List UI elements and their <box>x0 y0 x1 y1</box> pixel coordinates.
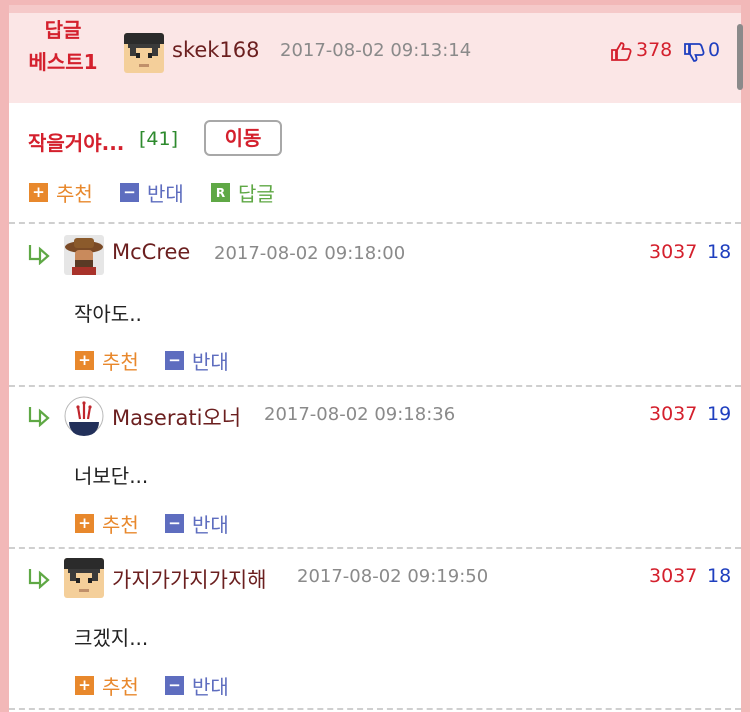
recommend-label: 추천 <box>102 513 139 537</box>
recommend-button[interactable]: + 추천 <box>29 178 93 207</box>
recommend-label: 추천 <box>102 350 139 374</box>
minus-icon: − <box>165 351 184 370</box>
scrollbar[interactable] <box>737 24 743 90</box>
comment-username[interactable]: McCree <box>112 240 190 264</box>
oppose-label: 반대 <box>192 675 229 699</box>
avatar[interactable] <box>64 558 104 598</box>
divider <box>9 547 741 549</box>
best-reply-username[interactable]: skek168 <box>172 38 260 62</box>
oppose-button[interactable]: − 반대 <box>165 671 229 700</box>
comment-timestamp: 2017-08-02 09:18:00 <box>214 243 406 264</box>
reply-arrow-icon <box>28 407 50 427</box>
minus-icon: − <box>165 676 184 695</box>
plus-icon: + <box>75 676 94 695</box>
recommend-button[interactable]: + 추천 <box>75 671 139 700</box>
comment-score-secondary: 18 <box>707 565 732 587</box>
upvote-count: 378 <box>636 39 673 61</box>
comment-username[interactable]: 가지가가지가지해 <box>112 564 267 594</box>
maserati-logo-avatar-icon <box>64 396 104 436</box>
reply-label: 답글 <box>238 182 275 206</box>
comment-count: [41] <box>139 128 179 150</box>
recommend-button[interactable]: + 추천 <box>75 346 139 375</box>
reply-r-icon: R <box>211 183 230 202</box>
plus-icon: + <box>29 183 48 202</box>
top-border <box>9 5 741 13</box>
thumbs-up-icon[interactable] <box>610 40 632 66</box>
comment-timestamp: 2017-08-02 09:18:36 <box>264 404 456 425</box>
oppose-label: 반대 <box>192 513 229 537</box>
comment-score-secondary: 18 <box>707 241 732 263</box>
oppose-button[interactable]: − 반대 <box>165 346 229 375</box>
best-reply-label-line2: 베스트1 <box>28 50 98 74</box>
reply-arrow-icon <box>28 245 50 265</box>
comment-score-secondary: 19 <box>707 403 732 425</box>
move-button[interactable]: 이동 <box>204 120 282 156</box>
comment-text: 너보단... <box>74 464 149 488</box>
divider <box>9 222 741 224</box>
reply-button[interactable]: R 답글 <box>211 178 275 207</box>
downvote-count: 0 <box>708 39 721 61</box>
comment-score: 3037 <box>649 241 698 263</box>
best-reply-label: 답글 베스트1 <box>18 14 108 78</box>
pixel-face-avatar-icon <box>124 33 164 73</box>
recommend-label: 추천 <box>102 675 139 699</box>
comment-text: 크겠지... <box>74 626 149 650</box>
comment-username[interactable]: Maserati오너 <box>112 402 241 432</box>
divider <box>9 708 741 710</box>
thumbs-down-icon[interactable] <box>683 42 705 68</box>
pixel-face-avatar-icon <box>64 558 104 598</box>
avatar[interactable] <box>64 396 104 436</box>
comment-text: 작아도.. <box>74 302 142 326</box>
comment-score: 3037 <box>649 565 698 587</box>
mccree-avatar-icon <box>64 235 104 275</box>
comment-score: 3037 <box>649 403 698 425</box>
divider <box>9 385 741 387</box>
plus-icon: + <box>75 514 94 533</box>
recommend-button[interactable]: + 추천 <box>75 509 139 538</box>
reply-arrow-icon <box>28 569 50 589</box>
best-reply-label-line1: 답글 <box>44 18 82 42</box>
post-title[interactable]: 작을거야... <box>28 127 124 156</box>
oppose-button[interactable]: − 반대 <box>120 178 184 207</box>
avatar[interactable] <box>124 33 164 73</box>
avatar[interactable] <box>64 235 104 275</box>
minus-icon: − <box>165 514 184 533</box>
plus-icon: + <box>75 351 94 370</box>
oppose-button[interactable]: − 반대 <box>165 509 229 538</box>
oppose-label: 반대 <box>147 182 184 206</box>
best-reply-timestamp: 2017-08-02 09:13:14 <box>280 40 472 61</box>
minus-icon: − <box>120 183 139 202</box>
comment-timestamp: 2017-08-02 09:19:50 <box>297 566 489 587</box>
recommend-label: 추천 <box>56 182 93 206</box>
oppose-label: 반대 <box>192 350 229 374</box>
